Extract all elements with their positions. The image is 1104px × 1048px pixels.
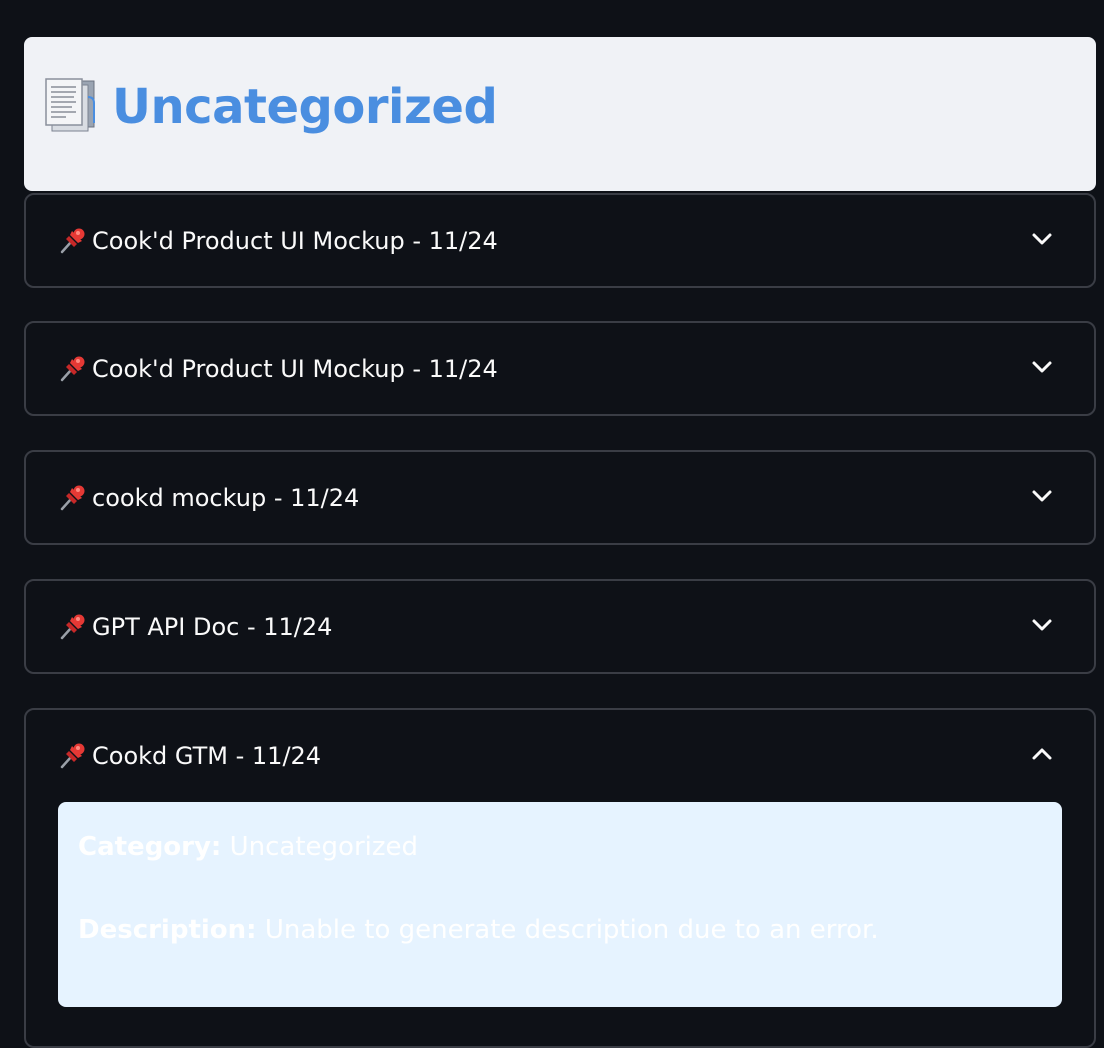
chevron-down-icon[interactable] — [1029, 483, 1055, 509]
pushpin-icon — [58, 353, 88, 383]
document-icon — [44, 77, 98, 133]
chevron-down-icon[interactable] — [1029, 226, 1055, 252]
pushpin-icon — [58, 740, 88, 770]
description-line: Description: Unable to generate descript… — [78, 913, 879, 947]
expander-header[interactable]: Cookd GTM - 11/24 — [26, 710, 1094, 802]
description-value: Unable to generate description due to an… — [264, 915, 879, 945]
expander-title: cookd mockup - 11/24 — [92, 484, 360, 512]
pushpin-icon — [58, 482, 88, 512]
pushpin-icon — [58, 225, 88, 255]
expander-title: Cookd GTM - 11/24 — [92, 742, 322, 770]
category-line: Category: Uncategorized — [78, 830, 418, 864]
page-title: Uncategorized — [112, 79, 498, 135]
expander-item: GPT API Doc - 11/24 — [24, 579, 1096, 674]
category-header: Uncategorized — [24, 37, 1096, 191]
expander-header[interactable]: GPT API Doc - 11/24 — [26, 581, 1094, 673]
details-box: Category: Uncategorized Description: Una… — [58, 802, 1062, 1007]
expander-item: Cook'd Product UI Mockup - 11/24 — [24, 193, 1096, 288]
expander-header[interactable]: cookd mockup - 11/24 — [26, 452, 1094, 544]
expander-item-expanded: Cookd GTM - 11/24 Category: Uncategorize… — [24, 708, 1096, 1048]
description-label: Description: — [78, 915, 257, 945]
chevron-down-icon[interactable] — [1029, 354, 1055, 380]
pushpin-icon — [58, 611, 88, 641]
chevron-up-icon[interactable] — [1029, 741, 1055, 767]
expander-item: Cook'd Product UI Mockup - 11/24 — [24, 321, 1096, 416]
expander-item: cookd mockup - 11/24 — [24, 450, 1096, 545]
expander-header[interactable]: Cook'd Product UI Mockup - 11/24 — [26, 195, 1094, 287]
expander-title: Cook'd Product UI Mockup - 11/24 — [92, 227, 498, 255]
category-value: Uncategorized — [229, 832, 419, 862]
chevron-down-icon[interactable] — [1029, 612, 1055, 638]
category-label: Category: — [78, 832, 222, 862]
expander-header[interactable]: Cook'd Product UI Mockup - 11/24 — [26, 323, 1094, 415]
expander-title: GPT API Doc - 11/24 — [92, 613, 333, 641]
expander-title: Cook'd Product UI Mockup - 11/24 — [92, 355, 498, 383]
